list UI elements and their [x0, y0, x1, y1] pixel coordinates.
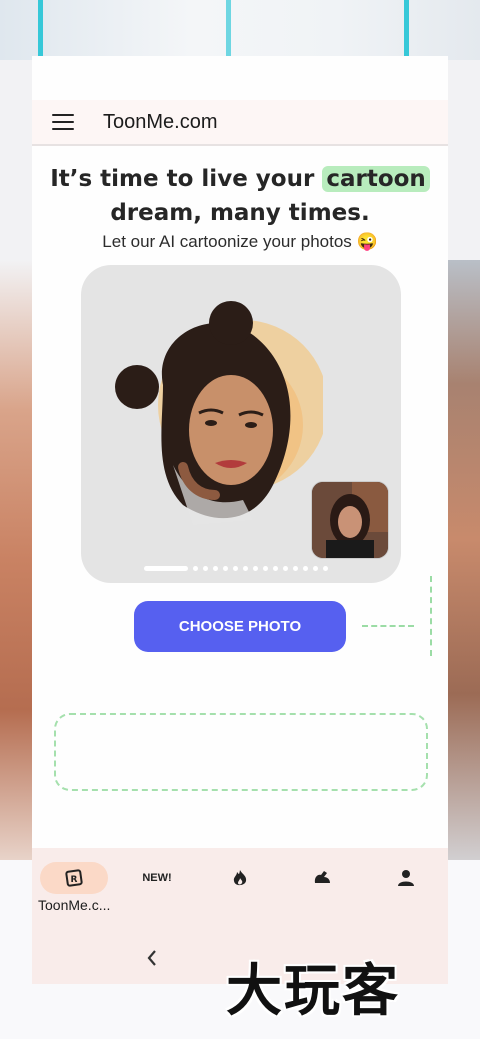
- back-chevron-icon[interactable]: [145, 948, 159, 968]
- nav-item-profile[interactable]: [382, 862, 430, 894]
- new-badge: NEW!: [142, 872, 172, 884]
- carousel-dot[interactable]: [303, 565, 308, 571]
- decorative-dashed-line: [362, 625, 414, 627]
- carousel-dot[interactable]: [253, 565, 258, 571]
- carousel-dots: [144, 565, 328, 571]
- headline-highlight: cartoon: [322, 166, 430, 192]
- carousel-dot[interactable]: [273, 565, 278, 571]
- carousel-dot[interactable]: [263, 565, 268, 571]
- carousel-dot[interactable]: [193, 565, 198, 571]
- original-photo-thumbnail: [311, 481, 389, 559]
- background-stripe: [226, 0, 231, 56]
- carousel-dot[interactable]: [243, 565, 248, 571]
- decorative-dashed-line: [430, 576, 432, 656]
- headline-part1: It’s time to live your: [50, 166, 315, 192]
- svg-text:R: R: [71, 875, 78, 885]
- carousel-dot[interactable]: [203, 565, 208, 571]
- choose-photo-button[interactable]: CHOOSE PHOTO: [134, 601, 346, 652]
- person-icon: [398, 870, 414, 886]
- watermark-text: 大玩客: [226, 958, 400, 1024]
- photo-drop-zone[interactable]: [54, 713, 428, 791]
- carousel-dot[interactable]: [283, 565, 288, 571]
- background-right-photo: [448, 260, 480, 880]
- app-window: ToonMe.com It’s time to live your cartoo…: [32, 56, 448, 984]
- nav-item-toonme[interactable]: R ToonMe.c...: [38, 862, 110, 913]
- cartoon-portrait-image: [115, 301, 323, 525]
- app-title: ToonMe.com: [103, 110, 218, 133]
- nav-label-toonme: ToonMe.c...: [38, 897, 111, 913]
- carousel-dot[interactable]: [313, 565, 318, 571]
- toonme-app-icon: R: [40, 862, 109, 894]
- carousel-dot[interactable]: [323, 565, 328, 571]
- example-carousel[interactable]: [81, 265, 401, 583]
- nav-item-new[interactable]: NEW!: [133, 862, 181, 894]
- hero-subline: Let our AI cartoonize your photos 😜: [102, 232, 378, 251]
- background-left-photo: [0, 260, 32, 860]
- hamburger-menu-icon[interactable]: [52, 114, 74, 130]
- carousel-dot[interactable]: [293, 565, 298, 571]
- background-stripe: [38, 0, 43, 56]
- background-stripe: [404, 0, 409, 56]
- hero-headline: It’s time to live your cartoon dream, ma…: [32, 162, 448, 230]
- carousel-dot[interactable]: [223, 565, 228, 571]
- background-top: [0, 0, 480, 60]
- carousel-dot[interactable]: [213, 565, 218, 571]
- fire-icon: [233, 869, 247, 885]
- nav-item-trending[interactable]: [216, 862, 264, 894]
- carousel-dot[interactable]: [144, 565, 188, 571]
- muscle-arm-icon: [314, 871, 330, 883]
- carousel-dot[interactable]: [233, 565, 238, 571]
- top-app-bar: ToonMe.com: [32, 100, 448, 146]
- nav-item-pro[interactable]: [298, 862, 346, 894]
- headline-part2: dream, many times.: [110, 200, 370, 226]
